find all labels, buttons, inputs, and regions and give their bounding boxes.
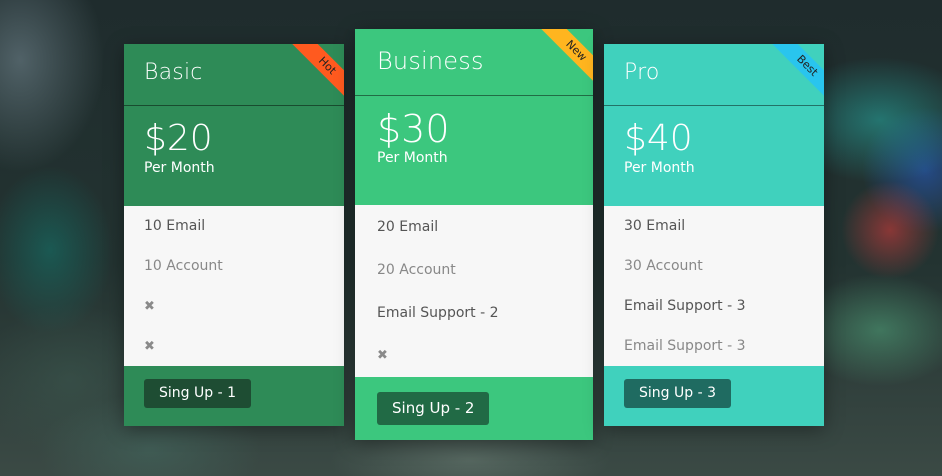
feature-unavailable: ✖ xyxy=(124,286,344,326)
price-block: $40 Per Month xyxy=(604,106,824,206)
signup-button-basic[interactable]: Sing Up - 1 xyxy=(144,379,251,408)
cross-icon: ✖ xyxy=(144,298,155,314)
feature-email-support: Email Support - 3 xyxy=(624,338,746,354)
plan-footer: Sing Up - 2 xyxy=(355,377,593,440)
feature-unavailable: ✖ xyxy=(355,334,593,377)
feature-unavailable: ✖ xyxy=(124,326,344,366)
pricing-card-business: New Business $30 Per Month 20 Email 20 A… xyxy=(355,29,593,440)
signup-button-business[interactable]: Sing Up - 2 xyxy=(377,392,490,425)
feature-list: 20 Email 20 Account Email Support - 2 ✖ xyxy=(355,205,593,377)
price-period: Per Month xyxy=(624,160,695,176)
plan-footer: Sing Up - 1 xyxy=(124,366,344,426)
pricing-card-pro: Best Pro $40 Per Month 30 Email 30 Accou… xyxy=(604,44,824,426)
feature-email: 20 Email xyxy=(377,218,439,235)
price-block: $20 Per Month xyxy=(124,106,344,206)
feature-email-support: Email Support - 2 xyxy=(377,304,499,321)
price-block: $30 Per Month xyxy=(355,96,593,205)
feature-account: 10 Account xyxy=(144,258,223,274)
plan-price: $40 xyxy=(624,118,693,159)
plan-price: $20 xyxy=(144,118,213,159)
feature-account: 30 Account xyxy=(624,258,703,274)
price-period: Per Month xyxy=(144,160,215,176)
feature-email-support: Email Support - 3 xyxy=(624,298,746,314)
cross-icon: ✖ xyxy=(377,348,388,363)
signup-button-pro[interactable]: Sing Up - 3 xyxy=(624,379,731,408)
plan-price: $30 xyxy=(377,107,450,151)
pricing-card-basic: Hot Basic $20 Per Month 10 Email 10 Acco… xyxy=(124,44,344,426)
plan-name: Business xyxy=(377,47,484,75)
cross-icon: ✖ xyxy=(144,338,155,354)
feature-email: 30 Email xyxy=(624,218,686,234)
feature-list: 30 Email 30 Account Email Support - 3 Em… xyxy=(604,206,824,366)
price-period: Per Month xyxy=(377,150,448,166)
plan-footer: Sing Up - 3 xyxy=(604,366,824,426)
feature-email: 10 Email xyxy=(144,218,206,234)
feature-list: 10 Email 10 Account ✖ ✖ xyxy=(124,206,344,366)
feature-account: 20 Account xyxy=(377,261,456,278)
